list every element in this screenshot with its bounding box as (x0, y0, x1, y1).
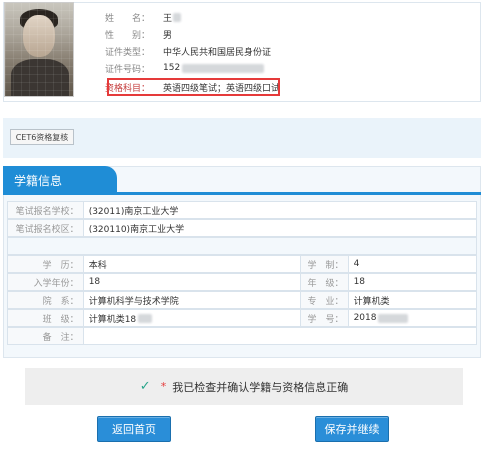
student-id-label: 学 号： (300, 310, 349, 326)
duration-label: 学 制： (300, 256, 349, 272)
redaction (378, 313, 409, 323)
id-number-row: 证件号码： 152 (105, 61, 265, 75)
gender-value: 男 (163, 30, 173, 41)
major-value: 计算机类 (353, 296, 390, 307)
class-label: 班 级： (8, 310, 84, 326)
name-label: 姓 名： (105, 13, 151, 24)
enroll-year-value: 18 (84, 274, 301, 290)
confirm-text: 我已检查并确认学籍与资格信息正确 (172, 380, 349, 394)
grade-value: 18 (353, 277, 366, 287)
cet6-review-button[interactable]: CET6资格复核 (10, 129, 74, 145)
id-type-value: 中华人民共和国居民身份证 (163, 47, 272, 58)
student-id-value: 2018 (353, 313, 377, 323)
table-row: 院 系： 计算机科学与技术学院 专 业： 计算机类 (7, 291, 477, 309)
id-number-label: 证件号码： (105, 64, 151, 75)
major-label: 专 业： (300, 292, 349, 308)
table-row: 备 注： (7, 327, 477, 345)
duration-value: 4 (353, 259, 360, 269)
class-value-cell: 计算机类18 (84, 310, 301, 326)
table-row: 班 级： 计算机类18 学 号： 2018 (7, 309, 477, 327)
highlight-box (107, 78, 280, 96)
gender-row: 性 别： 男 (105, 27, 172, 41)
enroll-year-label: 入学年份： (8, 274, 84, 290)
save-continue-button[interactable]: 保存并继续 (315, 416, 389, 442)
id-number-value: 152 (163, 63, 181, 73)
required-star-icon: * (160, 380, 167, 393)
campus-row: 笔试报名校区： (320110)南京工业大学 (7, 219, 477, 237)
section-header-line (3, 192, 481, 195)
class-value: 计算机类18 (88, 314, 137, 325)
student-id-cell: 2018 (349, 310, 476, 326)
action-band (3, 118, 481, 158)
table-row: 学 历： 本科 学 制： 4 (7, 255, 477, 273)
remarks-label: 备 注： (8, 328, 84, 344)
check-icon[interactable]: ✓ (140, 379, 151, 394)
profile-photo (4, 2, 74, 97)
table-row: 入学年份： 18 年 级： 18 (7, 273, 477, 291)
education-value: 本科 (84, 256, 301, 272)
name-row: 姓 名： 王 (105, 10, 182, 24)
id-type-label: 证件类型： (105, 47, 151, 58)
campus-value: (320110)南京工业大学 (88, 224, 185, 235)
confirm-checkbox-row[interactable]: ✓ * 我已检查并确认学籍与资格信息正确 (25, 368, 463, 405)
education-label: 学 历： (8, 256, 84, 272)
school-label: 笔试报名学校： (8, 202, 84, 218)
school-row: 笔试报名学校： (32011)南京工业大学 (7, 201, 477, 219)
redaction (173, 12, 182, 22)
department-label: 院 系： (8, 292, 84, 308)
remarks-value (84, 328, 476, 344)
redaction (138, 313, 153, 323)
section-title: 学籍信息 (14, 174, 63, 188)
grade-label: 年 级： (300, 274, 349, 290)
back-home-button[interactable]: 返回首页 (97, 416, 171, 442)
spacer-row (7, 237, 477, 255)
id-type-row: 证件类型： 中华人民共和国居民身份证 (105, 44, 271, 58)
name-value: 王 (163, 13, 173, 24)
gender-label: 性 别： (105, 30, 151, 41)
school-value: (32011)南京工业大学 (88, 206, 179, 217)
redaction (182, 63, 265, 73)
department-value: 计算机科学与技术学院 (84, 292, 301, 308)
campus-label: 笔试报名校区： (8, 220, 84, 236)
